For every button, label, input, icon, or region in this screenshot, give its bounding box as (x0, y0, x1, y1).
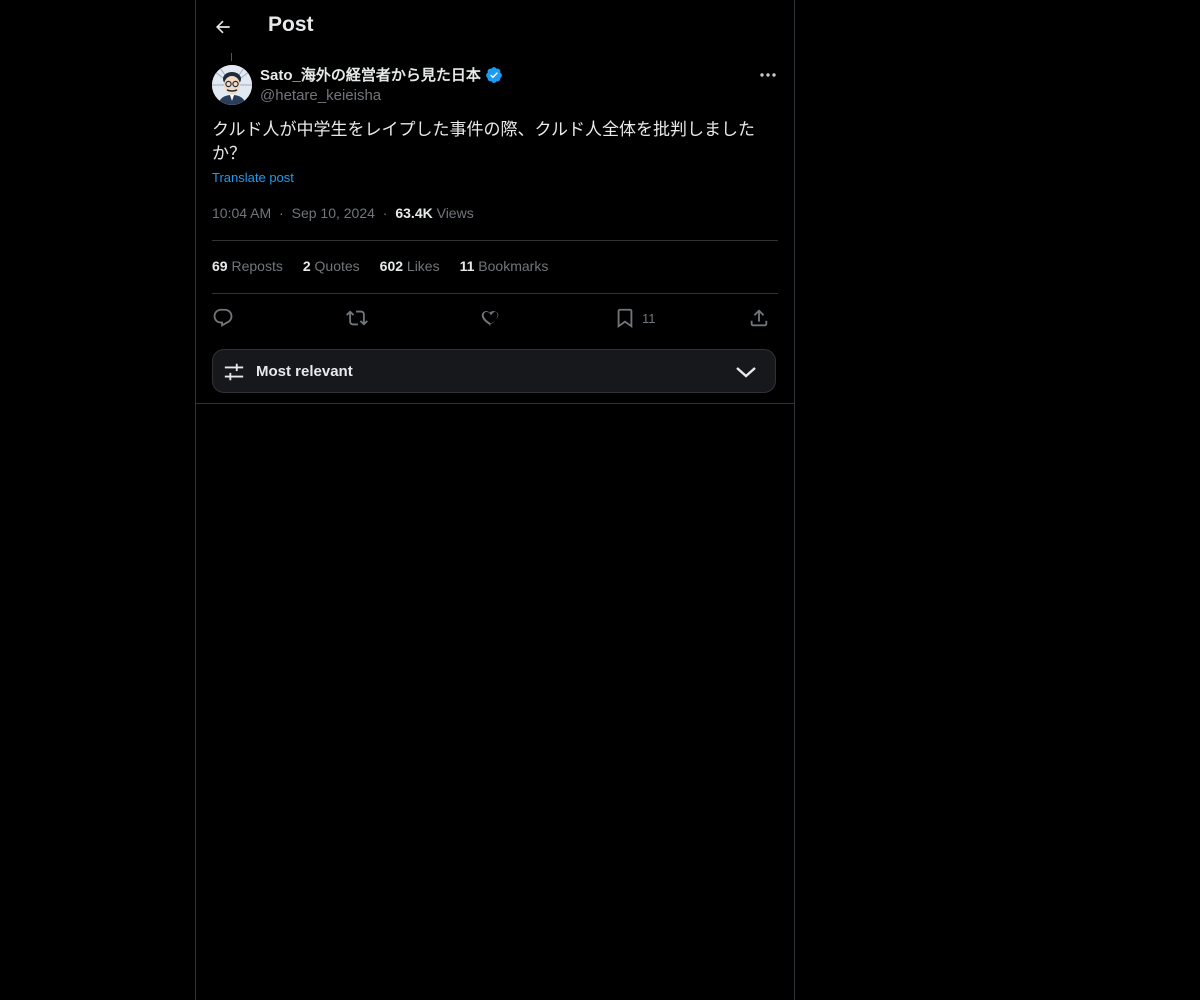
post-text: クルド人が中学生をレイプした事件の際、クルド人全体を批判しましたか？ (212, 120, 755, 164)
quotes-count: 2 (302, 258, 311, 274)
bookmarks-label: Bookmarks (478, 258, 549, 274)
sort-label: Most relevant (256, 363, 353, 380)
likes-label: Likes (406, 258, 440, 274)
views-label: Views (436, 205, 474, 221)
main-column: Post Sato_海外の経営者から見た日本 @hetare_keieisha … (195, 0, 795, 1000)
bookmark-button[interactable]: 11 (614, 303, 656, 333)
action-bar: 11 (212, 303, 778, 333)
stat-bookmarks[interactable]: 11 Bookmarks (460, 258, 549, 274)
meta-separator: · (382, 205, 388, 221)
thread-line (231, 53, 232, 61)
share-icon (750, 309, 768, 327)
repost-button[interactable] (346, 303, 368, 333)
bookmarks-count: 11 (459, 258, 475, 274)
quotes-label: Quotes (314, 258, 360, 274)
stat-reposts[interactable]: 69 Reposts (212, 258, 283, 274)
share-button[interactable] (748, 303, 770, 333)
sliders-icon (224, 363, 244, 381)
back-button[interactable] (210, 14, 236, 40)
translate-post-link[interactable]: Translate post (212, 170, 294, 185)
likes-count: 602 (379, 258, 404, 274)
reposts-label: Reposts (231, 258, 283, 274)
page-title: Post (268, 13, 314, 36)
header: Post (196, 0, 794, 53)
meta-separator: · (279, 205, 284, 221)
verified-badge-icon[interactable] (485, 66, 503, 84)
reposts-count: 69 (212, 258, 228, 274)
author-handle[interactable]: @hetare_keieisha (260, 87, 503, 104)
divider (212, 240, 778, 241)
stat-likes[interactable]: 602 Likes (380, 258, 440, 274)
views-count: 63.4K (395, 205, 433, 221)
author-block: Sato_海外の経営者から見た日本 @hetare_keieisha (260, 64, 503, 104)
repost-icon (346, 310, 368, 326)
post-time[interactable]: 10:04 AM (212, 205, 271, 221)
post-date[interactable]: Sep 10, 2024 (292, 205, 375, 221)
reply-button[interactable] (212, 303, 234, 333)
reply-icon (213, 308, 233, 327)
sort-replies-dropdown[interactable]: Most relevant (212, 349, 776, 393)
display-name[interactable]: Sato_海外の経営者から見た日本 (260, 64, 481, 85)
arrow-left-icon (216, 20, 230, 34)
display-name-row: Sato_海外の経営者から見た日本 (260, 64, 503, 85)
like-button[interactable] (480, 303, 502, 333)
post-meta: 10:04 AM · Sep 10, 2024 · 63.4K Views (212, 205, 474, 221)
avatar-illustration-icon (212, 65, 252, 105)
divider (212, 293, 778, 294)
divider (196, 403, 794, 404)
more-dots-icon (760, 73, 776, 77)
chevron-down-icon (736, 367, 756, 378)
bookmark-icon (617, 308, 633, 329)
stat-quotes[interactable]: 2 Quotes (303, 258, 360, 274)
bookmark-count: 11 (642, 310, 656, 326)
stats-row: 69 Reposts 2 Quotes 602 Likes 11 Bookmar… (212, 258, 548, 274)
more-options-button[interactable] (756, 64, 780, 86)
heart-icon (481, 311, 499, 326)
avatar[interactable] (212, 65, 252, 105)
